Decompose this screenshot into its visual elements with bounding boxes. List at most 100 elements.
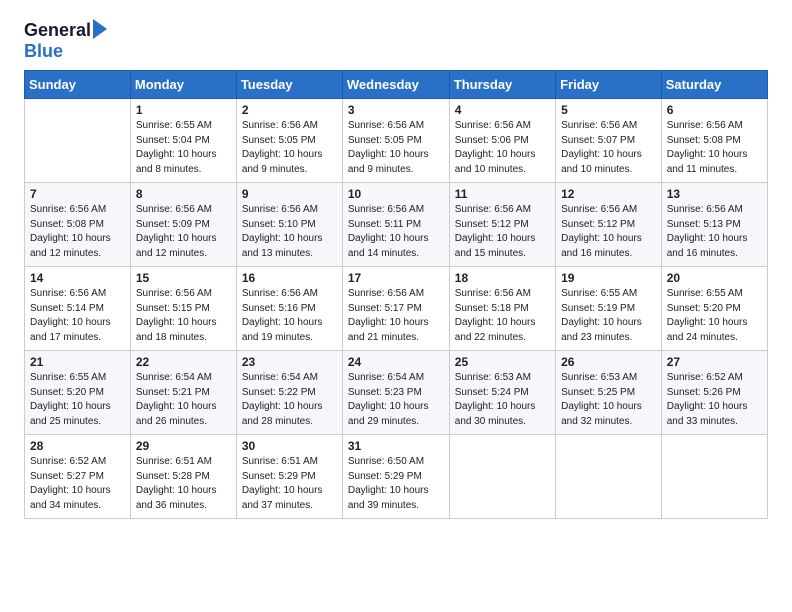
calendar-day-header: Monday <box>130 71 236 99</box>
calendar-cell: 25 Sunrise: 6:53 AMSunset: 5:24 PMDayligh… <box>449 351 555 435</box>
calendar-header-row: SundayMondayTuesdayWednesdayThursdayFrid… <box>25 71 768 99</box>
calendar-cell: 1 Sunrise: 6:55 AMSunset: 5:04 PMDaylight… <box>130 99 236 183</box>
day-info: Sunrise: 6:56 AMSunset: 5:07 PMDaylight:… <box>561 119 656 177</box>
day-info: Sunrise: 6:55 AMSunset: 5:20 PMDaylight:… <box>667 287 762 345</box>
calendar-cell: 12Sunrise: 6:56 AMSunset: 5:12 PMDayligh… <box>556 183 662 267</box>
calendar-cell: 18 Sunrise: 6:56 AMSunset: 5:18 PMDayligh… <box>449 267 555 351</box>
day-info: Sunrise: 6:53 AMSunset: 5:25 PMDaylight:… <box>561 371 656 429</box>
day-number: 15 <box>136 271 231 285</box>
calendar-cell <box>449 435 555 519</box>
calendar-cell: 14 Sunrise: 6:56 AMSunset: 5:14 PMDayligh… <box>25 267 131 351</box>
calendar-cell: 21 Sunrise: 6:55 AMSunset: 5:20 PMDayligh… <box>25 351 131 435</box>
day-info: Sunrise: 6:56 AMSunset: 5:11 PMDaylight:… <box>348 203 444 261</box>
day-info: Sunrise: 6:52 AMSunset: 5:26 PMDaylight:… <box>667 371 762 429</box>
calendar-cell: 10Sunrise: 6:56 AMSunset: 5:11 PMDayligh… <box>342 183 449 267</box>
calendar-cell: 4 Sunrise: 6:56 AMSunset: 5:06 PMDaylight… <box>449 99 555 183</box>
calendar-cell: 26 Sunrise: 6:53 AMSunset: 5:25 PMDayligh… <box>556 351 662 435</box>
calendar-cell: 8 Sunrise: 6:56 AMSunset: 5:09 PMDaylight… <box>130 183 236 267</box>
calendar-cell: 20 Sunrise: 6:55 AMSunset: 5:20 PMDayligh… <box>661 267 767 351</box>
day-number: 19 <box>561 271 656 285</box>
calendar-cell: 13 Sunrise: 6:56 AMSunset: 5:13 PMDayligh… <box>661 183 767 267</box>
day-number: 21 <box>30 355 125 369</box>
day-number: 6 <box>667 103 762 117</box>
calendar-day-header: Tuesday <box>236 71 342 99</box>
calendar-week-row: 1 Sunrise: 6:55 AMSunset: 5:04 PMDaylight… <box>25 99 768 183</box>
calendar-cell <box>556 435 662 519</box>
calendar-cell: 27 Sunrise: 6:52 AMSunset: 5:26 PMDayligh… <box>661 351 767 435</box>
calendar-cell: 7 Sunrise: 6:56 AMSunset: 5:08 PMDaylight… <box>25 183 131 267</box>
day-number: 1 <box>136 103 231 117</box>
page-header: General Blue <box>24 20 768 62</box>
day-number: 16 <box>242 271 337 285</box>
calendar-cell: 22Sunrise: 6:54 AMSunset: 5:21 PMDayligh… <box>130 351 236 435</box>
calendar-cell: 30 Sunrise: 6:51 AMSunset: 5:29 PMDayligh… <box>236 435 342 519</box>
day-info: Sunrise: 6:55 AMSunset: 5:19 PMDaylight:… <box>561 287 656 345</box>
calendar-cell: 19 Sunrise: 6:55 AMSunset: 5:19 PMDayligh… <box>556 267 662 351</box>
day-info: Sunrise: 6:56 AMSunset: 5:10 PMDaylight:… <box>242 203 337 261</box>
day-number: 5 <box>561 103 656 117</box>
day-number: 14 <box>30 271 125 285</box>
calendar-cell: 2Sunrise: 6:56 AMSunset: 5:05 PMDaylight… <box>236 99 342 183</box>
logo-arrow-icon <box>93 19 107 39</box>
day-number: 26 <box>561 355 656 369</box>
calendar-week-row: 21 Sunrise: 6:55 AMSunset: 5:20 PMDayligh… <box>25 351 768 435</box>
day-number: 22 <box>136 355 231 369</box>
day-number: 20 <box>667 271 762 285</box>
day-number: 13 <box>667 187 762 201</box>
calendar-cell: 3 Sunrise: 6:56 AMSunset: 5:05 PMDaylight… <box>342 99 449 183</box>
day-number: 17 <box>348 271 444 285</box>
day-number: 27 <box>667 355 762 369</box>
day-number: 8 <box>136 187 231 201</box>
day-info: Sunrise: 6:52 AMSunset: 5:27 PMDaylight:… <box>30 455 125 513</box>
day-number: 7 <box>30 187 125 201</box>
day-number: 24 <box>348 355 444 369</box>
logo-blue-text: Blue <box>24 41 107 62</box>
day-info: Sunrise: 6:56 AMSunset: 5:08 PMDaylight:… <box>30 203 125 261</box>
calendar-cell: 15 Sunrise: 6:56 AMSunset: 5:15 PMDayligh… <box>130 267 236 351</box>
day-info: Sunrise: 6:56 AMSunset: 5:15 PMDaylight:… <box>136 287 231 345</box>
day-info: Sunrise: 6:56 AMSunset: 5:14 PMDaylight:… <box>30 287 125 345</box>
day-number: 2 <box>242 103 337 117</box>
day-number: 23 <box>242 355 337 369</box>
calendar-day-header: Thursday <box>449 71 555 99</box>
day-number: 25 <box>455 355 550 369</box>
day-info: Sunrise: 6:56 AMSunset: 5:06 PMDaylight:… <box>455 119 550 177</box>
calendar-day-header: Wednesday <box>342 71 449 99</box>
day-info: Sunrise: 6:55 AMSunset: 5:20 PMDaylight:… <box>30 371 125 429</box>
calendar-week-row: 28 Sunrise: 6:52 AMSunset: 5:27 PMDayligh… <box>25 435 768 519</box>
day-number: 31 <box>348 439 444 453</box>
calendar-day-header: Saturday <box>661 71 767 99</box>
day-number: 28 <box>30 439 125 453</box>
day-info: Sunrise: 6:56 AMSunset: 5:13 PMDaylight:… <box>667 203 762 261</box>
day-number: 12 <box>561 187 656 201</box>
logo-general-text: General <box>24 20 91 41</box>
calendar-day-header: Friday <box>556 71 662 99</box>
day-number: 4 <box>455 103 550 117</box>
day-number: 3 <box>348 103 444 117</box>
day-info: Sunrise: 6:56 AMSunset: 5:09 PMDaylight:… <box>136 203 231 261</box>
day-info: Sunrise: 6:51 AMSunset: 5:29 PMDaylight:… <box>242 455 337 513</box>
day-info: Sunrise: 6:56 AMSunset: 5:17 PMDaylight:… <box>348 287 444 345</box>
day-info: Sunrise: 6:55 AMSunset: 5:04 PMDaylight:… <box>136 119 231 177</box>
day-number: 30 <box>242 439 337 453</box>
calendar-week-row: 14 Sunrise: 6:56 AMSunset: 5:14 PMDayligh… <box>25 267 768 351</box>
calendar-cell: 29Sunrise: 6:51 AMSunset: 5:28 PMDayligh… <box>130 435 236 519</box>
day-info: Sunrise: 6:56 AMSunset: 5:08 PMDaylight:… <box>667 119 762 177</box>
day-number: 18 <box>455 271 550 285</box>
calendar-cell: 11 Sunrise: 6:56 AMSunset: 5:12 PMDayligh… <box>449 183 555 267</box>
calendar-cell: 5 Sunrise: 6:56 AMSunset: 5:07 PMDaylight… <box>556 99 662 183</box>
day-info: Sunrise: 6:50 AMSunset: 5:29 PMDaylight:… <box>348 455 444 513</box>
calendar-cell: 6 Sunrise: 6:56 AMSunset: 5:08 PMDaylight… <box>661 99 767 183</box>
day-number: 9 <box>242 187 337 201</box>
day-info: Sunrise: 6:51 AMSunset: 5:28 PMDaylight:… <box>136 455 231 513</box>
calendar-cell: 17 Sunrise: 6:56 AMSunset: 5:17 PMDayligh… <box>342 267 449 351</box>
day-number: 11 <box>455 187 550 201</box>
logo: General Blue <box>24 20 107 62</box>
calendar-table: SundayMondayTuesdayWednesdayThursdayFrid… <box>24 70 768 519</box>
calendar-cell: 16Sunrise: 6:56 AMSunset: 5:16 PMDayligh… <box>236 267 342 351</box>
day-info: Sunrise: 6:54 AMSunset: 5:23 PMDaylight:… <box>348 371 444 429</box>
day-info: Sunrise: 6:53 AMSunset: 5:24 PMDaylight:… <box>455 371 550 429</box>
day-info: Sunrise: 6:56 AMSunset: 5:05 PMDaylight:… <box>348 119 444 177</box>
day-info: Sunrise: 6:56 AMSunset: 5:12 PMDaylight:… <box>455 203 550 261</box>
day-info: Sunrise: 6:56 AMSunset: 5:18 PMDaylight:… <box>455 287 550 345</box>
